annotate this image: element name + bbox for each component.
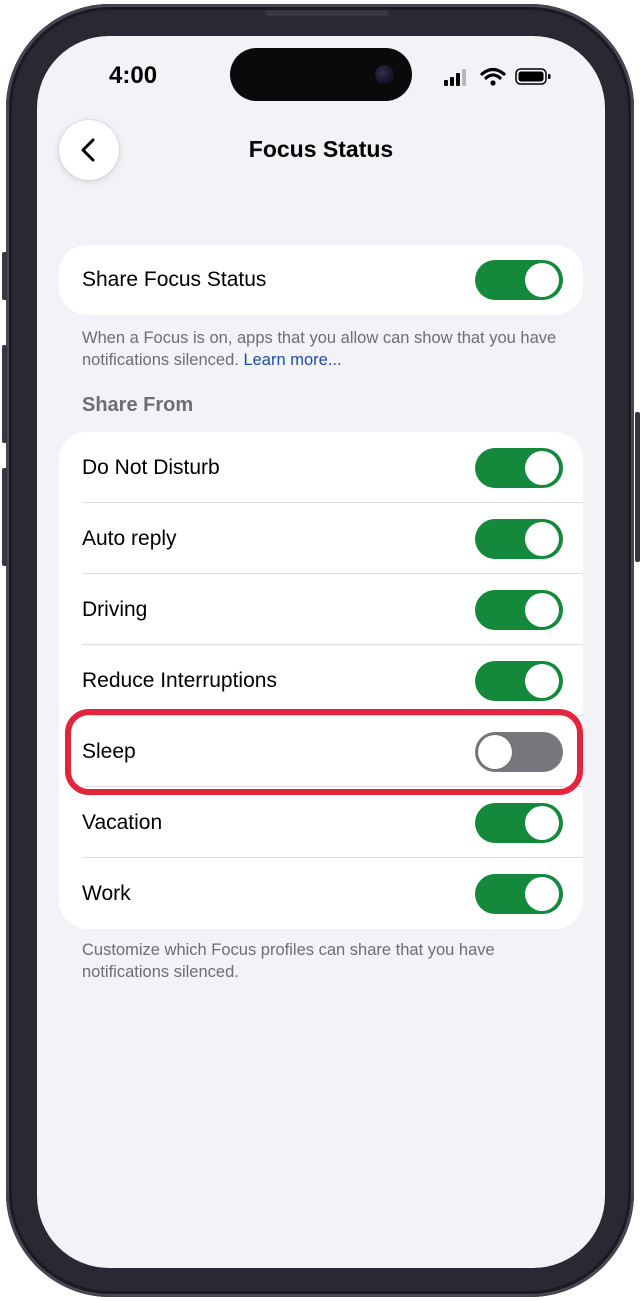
toggle-knob [525,592,559,627]
focus-row-driving: Driving [59,574,583,645]
toggle-knob [525,876,559,911]
status-time: 4:00 [109,62,158,89]
share-focus-group: Share Focus Status [59,245,583,315]
share-from-footnote: Customize which Focus profiles can share… [82,941,495,981]
work-toggle[interactable] [475,873,563,914]
page-title: Focus Status [248,136,394,162]
auto-reply-toggle[interactable] [475,518,563,559]
focus-label: Do Not Disturb [82,455,220,479]
focus-row-work: Work [59,858,583,929]
vacation-toggle[interactable] [475,802,563,843]
toggle-knob [525,450,559,485]
volume-down-button [2,468,7,566]
action-button [2,252,7,300]
driving-toggle[interactable] [475,589,563,630]
screen: 4:00 Focus Status Share Focus Status Whe… [37,36,605,1268]
focus-label: Driving [82,597,148,621]
focus-label: Vacation [82,810,163,834]
battery-icon [515,68,551,85]
do-not-disturb-toggle[interactable] [475,447,563,488]
share-focus-footnote: When a Focus is on, apps that you allow … [82,327,572,371]
status-icons [442,66,562,88]
power-button [635,412,640,562]
share-focus-label: Share Focus Status [82,268,267,291]
share-focus-row: Share Focus Status [59,245,583,315]
focus-row-auto-reply: Auto reply [59,503,583,574]
toggle-knob [525,663,559,698]
toggle-knob [525,521,559,556]
focus-label: Auto reply [82,526,177,550]
learn-more-link[interactable]: Learn more... [243,351,341,369]
toggle-knob [525,263,559,297]
share-focus-toggle[interactable] [475,260,563,300]
toggle-knob [525,805,559,840]
camera-icon [375,65,394,84]
dynamic-island [230,48,412,101]
cellular-signal-icon [444,69,466,86]
share-from-header: Share From [82,394,194,416]
volume-up-button [2,345,7,443]
sleep-highlight-outline [65,709,583,795]
top-speaker-grille [265,10,389,16]
focus-label: Reduce Interruptions [82,668,277,692]
reduce-interruptions-toggle[interactable] [475,660,563,701]
focus-row-do-not-disturb: Do Not Disturb [59,432,583,503]
focus-row-reduce-interruptions: Reduce Interruptions [59,645,583,716]
focus-row-vacation: Vacation [59,787,583,858]
share-from-group: Do Not Disturb Auto reply Driving Reduce… [59,432,583,929]
wifi-icon [480,67,506,86]
focus-label: Work [82,881,131,905]
